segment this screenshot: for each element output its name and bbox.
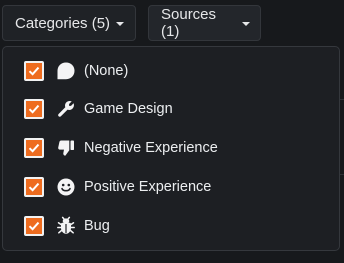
option-label: Game Design xyxy=(84,101,173,117)
category-option-negative-experience[interactable]: Negative Experience xyxy=(3,129,339,167)
wrench-icon xyxy=(55,98,77,120)
checkbox-checked[interactable] xyxy=(24,61,44,81)
category-option-none[interactable]: (None) xyxy=(3,52,339,90)
option-label: Bug xyxy=(84,218,110,234)
checkbox-checked[interactable] xyxy=(24,138,44,158)
categories-filter-label: Categories (5) xyxy=(15,14,111,32)
caret-down-icon xyxy=(242,22,250,26)
page: Categories (5) Sources (1) (None) Game D… xyxy=(0,0,344,263)
thumbs-down-icon xyxy=(55,137,77,159)
speech-bubble-icon xyxy=(55,60,77,82)
smiley-icon xyxy=(55,176,77,198)
caret-down-icon xyxy=(116,22,125,26)
checkbox-checked[interactable] xyxy=(24,177,44,197)
category-option-game-design[interactable]: Game Design xyxy=(3,90,339,128)
option-label: Negative Experience xyxy=(84,140,218,156)
option-label: (None) xyxy=(84,63,129,79)
category-option-positive-experience[interactable]: Positive Experience xyxy=(3,168,339,206)
checkbox-checked[interactable] xyxy=(24,216,44,236)
categories-dropdown: (None) Game Design Negative Experience P… xyxy=(2,46,340,251)
categories-filter-button[interactable]: Categories (5) xyxy=(2,5,136,41)
category-option-bug[interactable]: Bug xyxy=(3,207,339,245)
sources-filter-button[interactable]: Sources (1) xyxy=(148,5,261,41)
bug-icon xyxy=(55,215,77,237)
sources-filter-label: Sources (1) xyxy=(161,6,217,40)
option-label: Positive Experience xyxy=(84,179,212,195)
checkbox-checked[interactable] xyxy=(24,99,44,119)
